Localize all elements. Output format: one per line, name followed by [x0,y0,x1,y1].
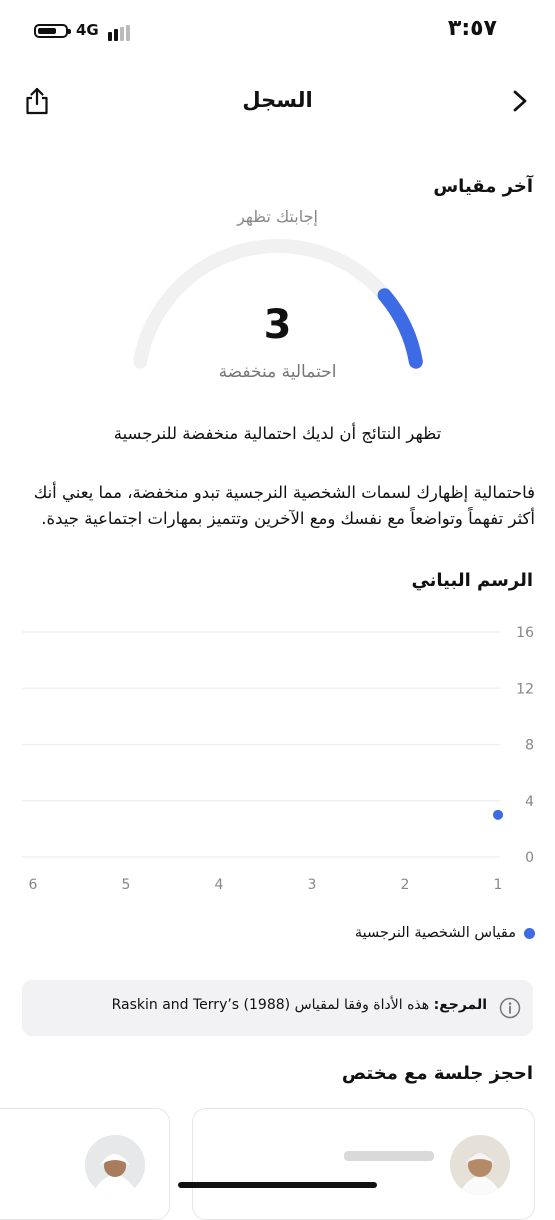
reference-text: المرجع: هذه الأداة وفقا لمقياس (1988) Ra… [112,997,487,1013]
reference-label: المرجع: [433,997,487,1013]
reference-source: هذه الأداة وفقا لمقياس (1988) Raskin and… [111,997,430,1013]
last-measure-title: آخر مقياس [433,176,533,197]
y-tick-label: 4 [525,794,534,810]
result-summary: تظهر النتائج أن لديك احتمالية منخفضة للن… [113,424,442,443]
avatar [85,1135,145,1195]
chart-title: الرسم البياني [411,570,533,591]
specialist-card-2[interactable] [0,1108,170,1220]
y-tick-label: 16 [516,625,534,641]
chevron-right-icon[interactable] [509,89,531,113]
x-tick-label: 2 [401,877,410,893]
x-tick-label: 4 [215,877,224,893]
result-description: فاحتمالية إظهارك لسمات الشخصية النرجسية … [33,483,535,528]
y-tick-label: 8 [525,738,534,754]
y-tick-label: 12 [516,681,534,697]
avatar [450,1135,510,1195]
gauge-score: 3 [263,302,292,348]
specialist-name-placeholder [344,1151,434,1161]
status-time: ٣:٥٧ [447,16,497,41]
battery-icon [34,24,71,38]
gauge-subtitle: إجابتك تظهر [237,207,318,226]
x-tick-label: 3 [308,877,317,893]
reference-box: المرجع: هذه الأداة وفقا لمقياس (1988) Ra… [22,980,533,1036]
data-point [493,809,503,820]
legend-label: مقياس الشخصية النرجسية [354,925,516,941]
x-tick-label: 5 [122,877,131,893]
network-label: 4G [76,21,99,39]
x-tick-label: 1 [494,877,503,893]
specialist-card-1[interactable] [192,1108,535,1220]
home-indicator [178,1182,377,1188]
info-icon[interactable] [499,997,521,1019]
booking-title: احجز جلسة مع مختص [341,1063,533,1084]
results-chart: 0481216123456 [22,625,534,893]
y-tick-label: 0 [525,850,534,866]
chart-legend: مقياس الشخصية النرجسية [355,925,535,941]
gauge-score-label: احتمالية منخفضة [218,362,337,382]
legend-marker [524,927,535,939]
page-title: السجل [242,88,313,112]
x-tick-label: 6 [29,877,38,893]
signal-icon [108,25,138,41]
